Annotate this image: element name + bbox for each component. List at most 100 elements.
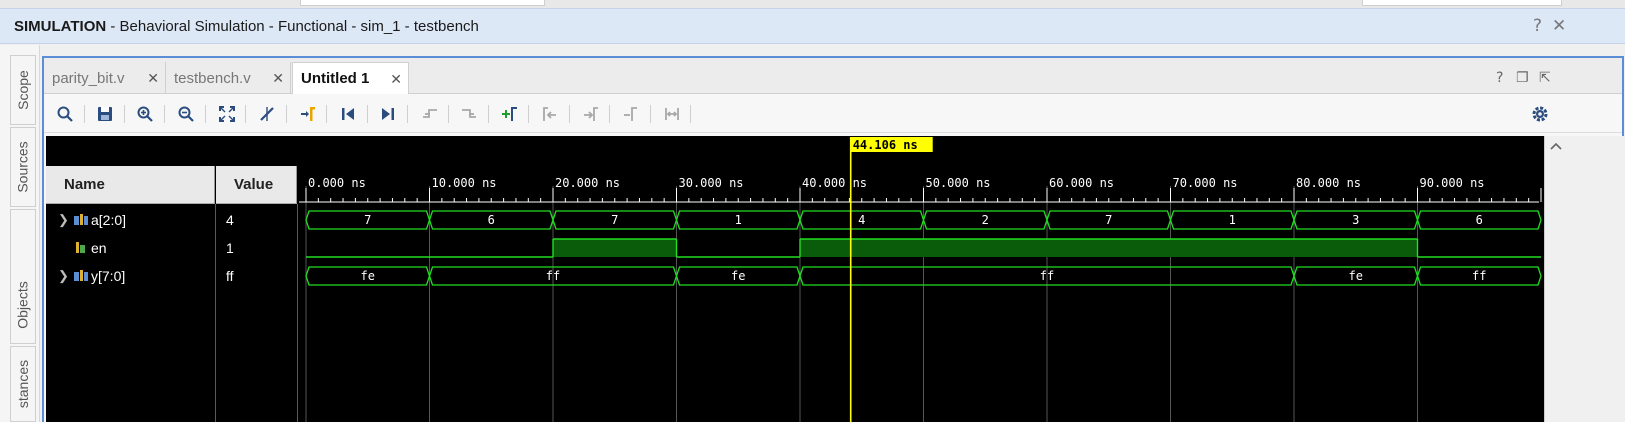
value-column-header[interactable]: Value [216,166,297,204]
waveform-canvas[interactable]: 0.000 ns 10.000 ns 20.000 ns 30.000 ns 40.00… [299,136,1544,422]
previous-transition-icon[interactable] [420,104,440,124]
toolbar-separator [528,105,529,123]
bus-value-label: ff [1040,269,1054,283]
bus-value-label: 1 [1229,213,1236,227]
tab-parity-bit[interactable]: parity_bit.v ✕ [44,62,166,94]
next-transition-icon[interactable] [459,104,479,124]
bus-value-label: 7 [1105,213,1112,227]
chevron-right-icon[interactable]: ❯ [58,268,69,284]
zoom-fit-icon[interactable] [217,104,237,124]
time-tick-label: 80.000 ns [1296,176,1361,190]
sidebar-tab-scope[interactable]: Scope [10,55,36,125]
bus-value-label: fe [361,269,375,283]
signal-name: a[2:0] [91,212,127,228]
close-icon[interactable]: ✕ [272,70,284,87]
toolbar-separator [367,105,368,123]
next-marker-icon[interactable] [581,104,601,124]
fix-cursor-icon[interactable] [662,104,682,124]
toolbar-separator [407,105,408,123]
go-to-cursor-icon[interactable] [298,104,318,124]
bus-value-label: 7 [364,213,371,227]
help-icon[interactable]: ? [1496,70,1503,86]
close-icon[interactable]: ✕ [390,71,402,88]
restore-icon[interactable]: ❐ [1516,70,1529,86]
name-value-panel: Name Value ❯ a[2:0] 4 en 1 ❯ y[7:0] ff [46,136,298,422]
toolbar-separator [569,105,570,123]
tab-label: Untitled 1 [301,70,370,87]
waveform-editor: parity_bit.v ✕ testbench.v ✕ Untitled 1 … [42,56,1624,422]
time-tick-label: 70.000 ns [1173,176,1238,190]
toolbar-separator [124,105,125,123]
top-strip-box [300,0,545,6]
time-tick-label: 0.000 ns [308,176,366,190]
time-tick-label: 40.000 ns [802,176,867,190]
settings-icon[interactable] [1530,104,1550,124]
tab-label: parity_bit.v [52,69,125,87]
bus-value-label: 7 [611,213,618,227]
toolbar-separator [245,105,246,123]
go-to-end-icon[interactable] [378,104,398,124]
signal-row-y[interactable]: ❯ y[7:0] ff [46,262,298,290]
time-tick-label: 30.000 ns [679,176,744,190]
toolbar-separator [84,105,85,123]
go-to-start-icon[interactable] [338,104,358,124]
save-icon[interactable] [95,104,115,124]
top-strip-box [1362,0,1562,6]
bit-high-fill [553,239,677,257]
bus-value-label: 2 [982,213,989,227]
bus-value-label: 6 [488,213,495,227]
bus-value-label: 1 [735,213,742,227]
waveform-toolbar [44,95,1622,133]
toolbar-separator [488,105,489,123]
tab-untitled-1[interactable]: Untitled 1 ✕ [292,62,409,94]
tab-label: testbench.v [174,69,251,87]
signal-value: ff [226,268,234,284]
time-tick-label: 10.000 ns [432,176,497,190]
close-icon[interactable]: ✕ [147,70,159,87]
signal-value: 4 [226,212,234,228]
top-strip [0,0,1625,8]
zoom-in-icon[interactable] [135,104,155,124]
toolbar-separator [448,105,449,123]
chevron-right-icon[interactable]: ❯ [58,212,69,228]
bus-value-label: 3 [1352,213,1359,227]
bus-value-label: 6 [1476,213,1483,227]
cursor-snap-icon[interactable] [257,104,277,124]
sidebar-tab-objects[interactable]: Objects [10,209,36,344]
sidebar-tab-sources[interactable]: Sources [10,127,36,207]
sidebar-tab-instances[interactable]: stances [10,346,36,422]
tab-testbench[interactable]: testbench.v ✕ [166,62,291,94]
bus-signal-icon [74,213,88,229]
search-icon[interactable] [55,104,75,124]
swap-cursors-icon[interactable] [621,104,641,124]
bus-value-label: fe [1349,269,1363,283]
bus-signal-icon [74,269,88,285]
time-tick-label: 50.000 ns [926,176,991,190]
zoom-out-icon[interactable] [176,104,196,124]
toolbar-separator [164,105,165,123]
add-marker-icon[interactable] [500,104,520,124]
time-tick-label: 20.000 ns [555,176,620,190]
vertical-scrollbar[interactable] [1544,136,1624,422]
signal-row-en[interactable]: en 1 [46,234,298,262]
toolbar-separator [609,105,610,123]
editor-tabs: parity_bit.v ✕ testbench.v ✕ Untitled 1 … [44,58,1622,94]
previous-marker-icon[interactable] [540,104,560,124]
bus-value-label: 4 [858,213,865,227]
waveform-viewer: Name Value ❯ a[2:0] 4 en 1 ❯ y[7:0] ff 0… [46,136,1544,422]
name-column-header[interactable]: Name [46,166,215,204]
close-button[interactable]: ✕ [1552,16,1566,36]
toolbar-separator [326,105,327,123]
title-bar: SIMULATION - Behavioral Simulation - Fun… [0,8,1625,44]
signal-row-a[interactable]: ❯ a[2:0] 4 [46,206,298,234]
signal-name: en [91,240,107,256]
cursor-time-label: 44.106 ns [853,138,918,152]
time-tick-label: 90.000 ns [1420,176,1485,190]
bus-value-label: fe [731,269,745,283]
scroll-up-icon[interactable] [1549,140,1563,152]
maximize-icon[interactable]: ⇱ [1539,70,1551,86]
toolbar-separator [650,105,651,123]
help-button[interactable]: ? [1533,16,1542,36]
window-title: SIMULATION - Behavioral Simulation - Fun… [14,18,479,35]
toolbar-separator [286,105,287,123]
